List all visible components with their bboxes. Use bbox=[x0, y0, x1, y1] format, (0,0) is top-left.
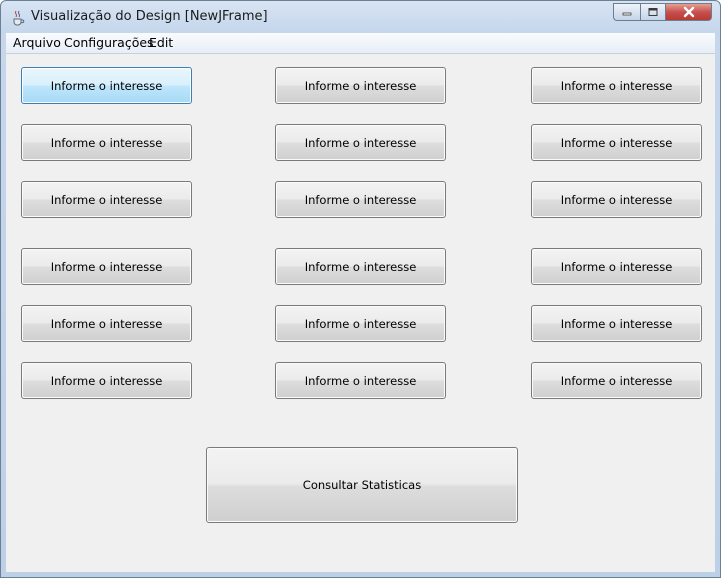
menu-arquivo[interactable]: Arquivo bbox=[13, 35, 61, 50]
title-bar[interactable]: Visualização do Design [NewJFrame] bbox=[1, 1, 720, 33]
minimize-icon bbox=[622, 12, 632, 16]
interest-button-r6-c3[interactable]: Informe o interesse bbox=[531, 362, 702, 399]
interest-button-r3-c3[interactable]: Informe o interesse bbox=[531, 181, 702, 218]
interest-button-r4-c3[interactable]: Informe o interesse bbox=[531, 248, 702, 285]
interest-button-r1-c3[interactable]: Informe o interesse bbox=[531, 67, 702, 104]
menu-bar: Arquivo Configurações Edit bbox=[6, 33, 715, 54]
minimize-button[interactable] bbox=[613, 3, 640, 21]
interest-button-r5-c2[interactable]: Informe o interesse bbox=[275, 305, 446, 342]
java-coffee-icon bbox=[13, 10, 25, 26]
maximize-button[interactable] bbox=[640, 3, 666, 21]
close-button[interactable] bbox=[666, 3, 712, 21]
interest-button-r2-c2[interactable]: Informe o interesse bbox=[275, 124, 446, 161]
content-panel: Informe o interesse Informe o interesse … bbox=[6, 54, 715, 572]
interest-button-r1-c1[interactable]: Informe o interesse bbox=[21, 67, 192, 104]
interest-button-r1-c2[interactable]: Informe o interesse bbox=[275, 67, 446, 104]
interest-button-r4-c2[interactable]: Informe o interesse bbox=[275, 248, 446, 285]
application-window: Visualização do Design [NewJFrame] Arqui… bbox=[0, 0, 721, 578]
interest-button-r2-c3[interactable]: Informe o interesse bbox=[531, 124, 702, 161]
interest-button-grid: Informe o interesse Informe o interesse … bbox=[6, 54, 715, 414]
menu-edit[interactable]: Edit bbox=[149, 35, 173, 50]
maximize-icon bbox=[648, 8, 658, 16]
interest-button-r4-c1[interactable]: Informe o interesse bbox=[21, 248, 192, 285]
close-icon bbox=[683, 6, 694, 18]
interest-button-r2-c1[interactable]: Informe o interesse bbox=[21, 124, 192, 161]
interest-button-r5-c3[interactable]: Informe o interesse bbox=[531, 305, 702, 342]
interest-button-r5-c1[interactable]: Informe o interesse bbox=[21, 305, 192, 342]
interest-button-r6-c2[interactable]: Informe o interesse bbox=[275, 362, 446, 399]
menu-configuracoes[interactable]: Configurações bbox=[64, 35, 154, 50]
interest-button-r3-c1[interactable]: Informe o interesse bbox=[21, 181, 192, 218]
interest-button-r3-c2[interactable]: Informe o interesse bbox=[275, 181, 446, 218]
window-title: Visualização do Design [NewJFrame] bbox=[31, 9, 268, 24]
interest-button-r6-c1[interactable]: Informe o interesse bbox=[21, 362, 192, 399]
consultar-statisticas-button[interactable]: Consultar Statisticas bbox=[206, 447, 518, 523]
